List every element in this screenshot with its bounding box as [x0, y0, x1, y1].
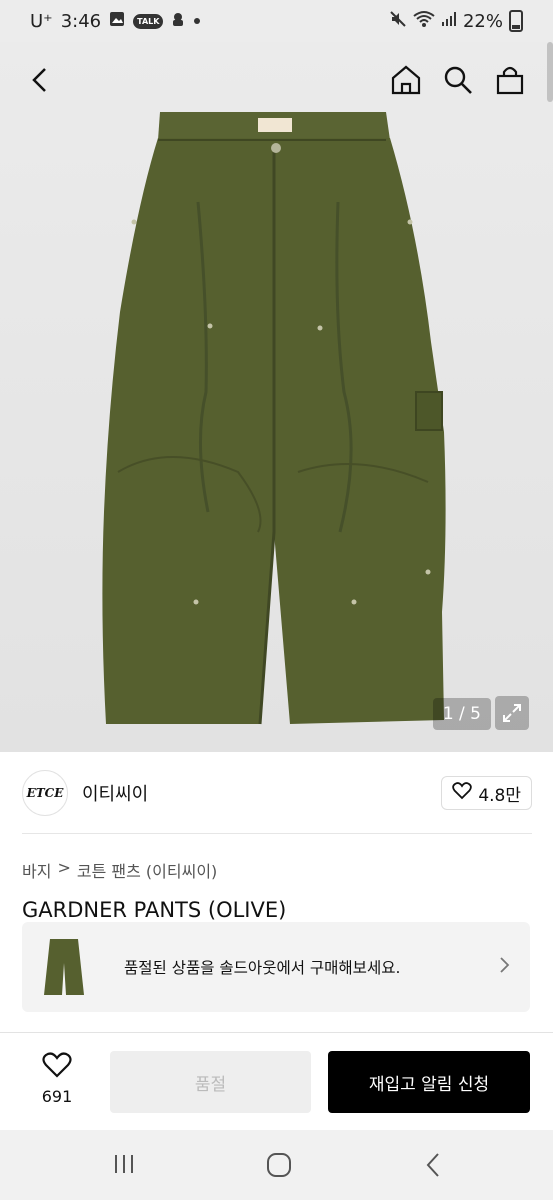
- talk-icon: TALK: [133, 13, 164, 29]
- breadcrumb-subcategory[interactable]: 코튼 팬츠 (이티씨이): [77, 858, 217, 882]
- home-icon[interactable]: [386, 60, 426, 100]
- home-circle-icon[interactable]: [266, 1152, 292, 1182]
- brand-like-button[interactable]: 4.8만: [441, 776, 532, 810]
- divider: [22, 833, 532, 834]
- carrier-label: U⁺: [30, 10, 53, 32]
- battery-label: 22%: [462, 10, 503, 32]
- brand-row: ETCE 이티씨이 4.8만: [22, 766, 532, 820]
- lock-icon: [171, 11, 185, 31]
- breadcrumb-category[interactable]: 바지: [22, 858, 51, 882]
- bottom-action-bar: 691 품절 재입고 알림 신청: [0, 1032, 553, 1130]
- breadcrumb-separator: >: [57, 858, 71, 877]
- brand-logo[interactable]: ETCE: [22, 770, 68, 816]
- image-counter: 1 / 5: [432, 698, 491, 730]
- soldout-button: 품절: [110, 1051, 311, 1113]
- recent-apps-icon[interactable]: [112, 1152, 136, 1180]
- product-image-pants: [102, 112, 446, 725]
- status-right: 22%: [389, 10, 523, 33]
- heart-icon: [42, 1052, 72, 1083]
- battery-icon: [509, 10, 523, 32]
- brand-like-count: 4.8만: [478, 785, 521, 806]
- restock-alert-button[interactable]: 재입고 알림 신청: [328, 1051, 530, 1113]
- status-bar: U⁺ 3:46 TALK 22%: [0, 0, 553, 42]
- wish-button[interactable]: 691: [22, 1051, 92, 1106]
- soldout-thumbnail: [44, 939, 84, 995]
- search-icon[interactable]: [438, 60, 478, 100]
- soldout-banner-text: 품절된 상품을 솔드아웃에서 구매해보세요.: [124, 959, 401, 977]
- product-title: GARDNER PANTS (OLIVE): [22, 898, 287, 922]
- back-icon[interactable]: [20, 60, 60, 100]
- dot-icon: [193, 13, 201, 29]
- chevron-right-icon: [498, 956, 510, 978]
- expand-icon[interactable]: [495, 696, 529, 730]
- mute-icon: [389, 10, 407, 33]
- android-nav-bar: [0, 1130, 553, 1200]
- product-image-gallery[interactable]: 1 / 5: [0, 42, 553, 752]
- back-nav-icon[interactable]: [424, 1152, 442, 1182]
- heart-icon: [452, 781, 473, 805]
- cart-icon[interactable]: [490, 60, 530, 100]
- breadcrumb: 바지 > 코튼 팬츠 (이티씨이): [22, 858, 217, 882]
- status-left: U⁺ 3:46 TALK: [30, 11, 201, 32]
- signal-icon: [441, 11, 457, 32]
- top-nav: [0, 54, 553, 104]
- wish-count: 691: [41, 1087, 73, 1106]
- image-icon: [109, 11, 125, 31]
- soldout-banner[interactable]: 품절된 상품을 솔드아웃에서 구매해보세요.: [22, 922, 530, 1012]
- brand-name[interactable]: 이티씨이: [82, 780, 148, 806]
- wifi-icon: [413, 10, 435, 33]
- time-label: 3:46: [60, 10, 102, 32]
